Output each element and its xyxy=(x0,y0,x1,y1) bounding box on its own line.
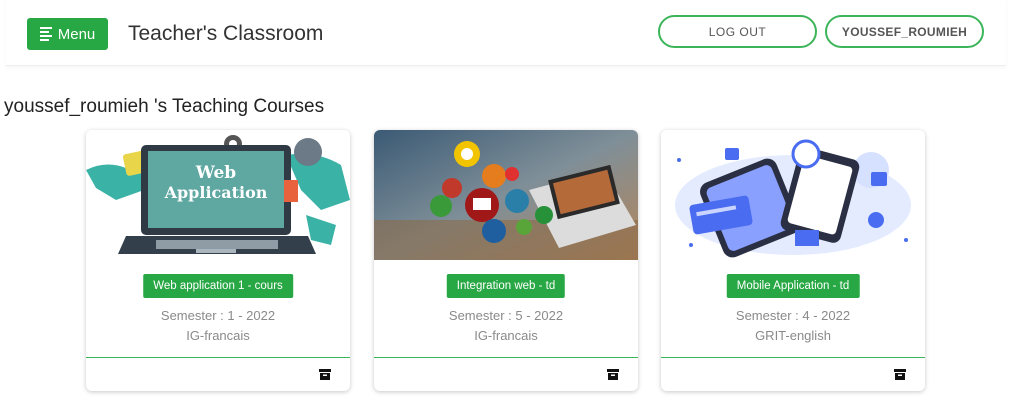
image-text-application: Application xyxy=(164,183,268,202)
course-title-badge[interactable]: Mobile Application - td xyxy=(726,274,860,298)
menu-label: Menu xyxy=(57,25,96,43)
archive-icon[interactable] xyxy=(607,369,619,380)
mobile-application-illustration xyxy=(661,130,925,260)
course-card-web-application[interactable]: Web Application Web application 1 - cour… xyxy=(86,130,350,391)
menu-icon xyxy=(39,27,52,41)
app-title: Teacher's Classroom xyxy=(128,22,324,45)
course-group: GRIT-english xyxy=(755,328,831,343)
card-footer xyxy=(661,357,925,391)
archive-icon[interactable] xyxy=(319,369,331,380)
top-navbar: Menu Teacher's Classroom LOG OUT YOUSSEF… xyxy=(6,0,1006,66)
card-footer xyxy=(374,357,638,391)
course-semester: Semester : 1 - 2022 xyxy=(160,308,276,323)
card-footer xyxy=(86,357,350,391)
course-semester: Semester : 4 - 2022 xyxy=(735,308,851,323)
course-title-badge[interactable]: Web application 1 - cours xyxy=(143,274,293,298)
user-account-button[interactable]: YOUSSEF_ROUMIEH xyxy=(825,15,984,48)
page-title: youssef_roumieh 's Teaching Courses xyxy=(4,96,325,117)
course-semester: Semester : 5 - 2022 xyxy=(448,308,564,323)
course-title-badge[interactable]: Integration web - td xyxy=(446,274,566,298)
web-application-illustration: Web Application xyxy=(86,130,350,260)
image-text-web: Web xyxy=(195,163,237,183)
logout-button[interactable]: LOG OUT xyxy=(658,15,817,48)
integration-web-illustration xyxy=(374,130,638,260)
archive-icon[interactable] xyxy=(894,369,906,380)
menu-button[interactable]: Menu xyxy=(27,18,108,50)
course-group: IG-francais xyxy=(474,328,538,343)
course-card-integration-web[interactable]: Integration web - td Semester : 5 - 2022… xyxy=(374,130,638,391)
course-card-mobile-application[interactable]: Mobile Application - td Semester : 4 - 2… xyxy=(661,130,925,391)
course-group: IG-francais xyxy=(186,328,250,343)
